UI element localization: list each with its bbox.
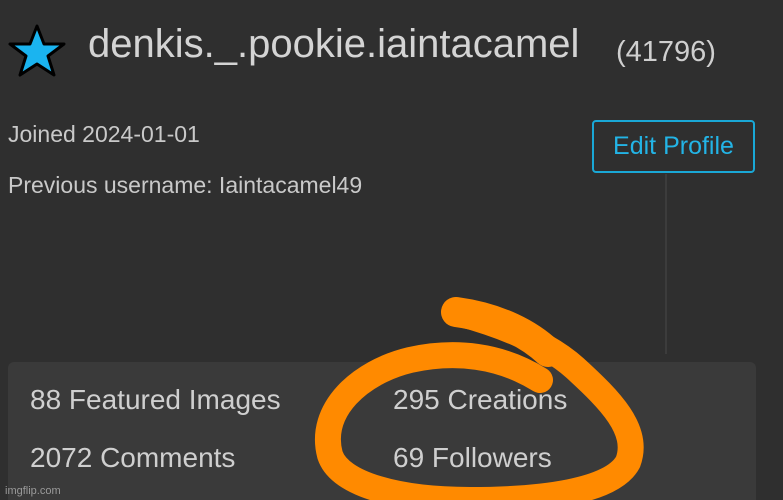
joined-date: Joined 2024-01-01 [8,121,200,147]
stat-creations[interactable]: 295 Creations [393,384,567,416]
profile-points: (41796) [616,36,716,68]
edit-profile-button[interactable]: Edit Profile [592,120,755,173]
stats-panel: 88 Featured Images 295 Creations 2072 Co… [8,362,756,500]
stat-followers[interactable]: 69 Followers [393,442,552,474]
profile-username: denkis._.pookie.iaintacamel [88,22,580,66]
star-icon [8,24,66,77]
stat-featured-images[interactable]: 88 Featured Images [30,384,281,416]
divider-line [665,174,667,354]
stat-comments[interactable]: 2072 Comments [30,442,235,474]
previous-username: Previous username: Iaintacamel49 [8,172,363,198]
imgflip-watermark: imgflip.com [5,485,61,497]
